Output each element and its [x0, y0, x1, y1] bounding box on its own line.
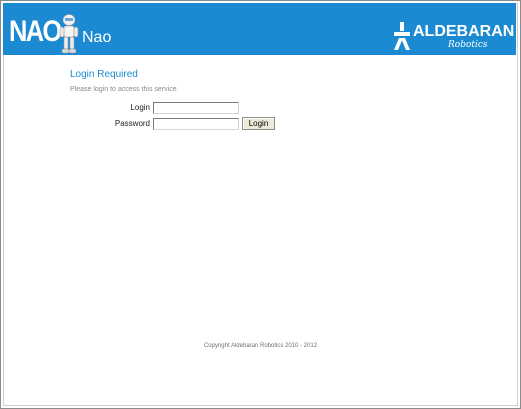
aldebaran-mark-icon — [394, 22, 410, 50]
login-label: Login — [130, 103, 150, 112]
password-input[interactable] — [153, 118, 239, 130]
brand-subtitle: Robotics — [448, 40, 488, 50]
login-subtitle: Please login to access this service. — [70, 86, 179, 93]
nao-robot-icon — [59, 14, 79, 54]
app-title: Nao — [82, 29, 112, 46]
aldebaran-logo: ALDEBARAN Robotics — [392, 20, 514, 54]
header-banner: NAO Nao ALDEBARAN Robotics — [3, 3, 516, 55]
brand-name: ALDEBARAN — [413, 23, 515, 40]
login-button[interactable]: Login — [242, 117, 275, 130]
copyright-text: Copyright Aldebaran Robotics 2010 - 2012 — [203, 343, 318, 349]
login-heading: Login Required — [70, 69, 138, 80]
login-input[interactable] — [153, 102, 239, 114]
password-label: Password — [114, 119, 150, 128]
nao-logo: NAO — [9, 15, 62, 48]
